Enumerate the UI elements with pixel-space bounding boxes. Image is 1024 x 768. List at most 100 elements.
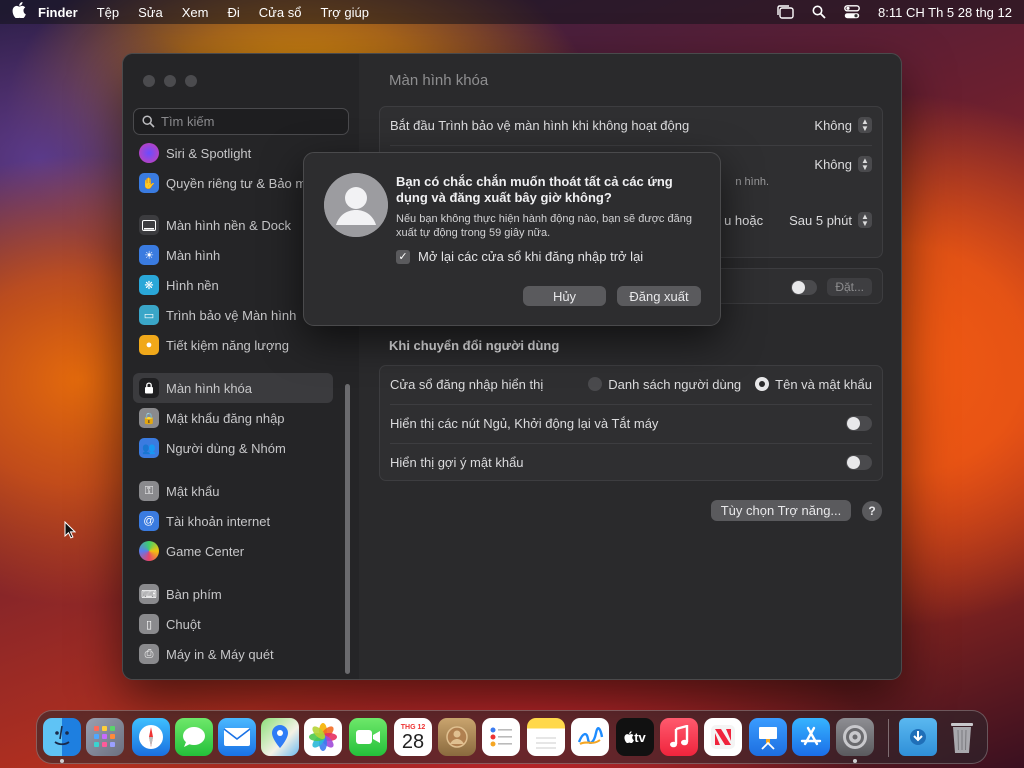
launchpad-icon[interactable] (86, 718, 124, 756)
accessibility-options-button[interactable]: Tùy chọn Trợ năng... (711, 500, 851, 521)
show-password-hint-toggle[interactable] (846, 454, 872, 470)
page-title: Màn hình khóa (389, 72, 489, 89)
close-window-button[interactable] (143, 75, 155, 87)
stage-manager-icon[interactable] (776, 5, 794, 19)
sidebar-item-lock-screen[interactable]: Màn hình khóa (133, 373, 333, 403)
maps-icon[interactable] (261, 718, 299, 756)
switch-user-group: Cửa sổ đăng nhập hiển thị Danh sách ngườ… (379, 365, 883, 481)
logout-dialog: Bạn có chắc chắn muốn thoát tất cả các ứ… (303, 152, 721, 326)
require-password-popup[interactable]: Sau 5 phút ▲ ▼ (789, 212, 872, 228)
system-settings-running-indicator (853, 759, 857, 763)
contacts-icon[interactable] (438, 718, 476, 756)
notes-icon[interactable] (527, 718, 565, 756)
facetime-icon[interactable] (349, 718, 387, 756)
menu-app-name[interactable]: Finder (38, 5, 78, 20)
minimize-window-button[interactable] (164, 75, 176, 87)
hand-icon: ✋ (139, 173, 159, 193)
menubar-clock[interactable]: 8:11 CH Th 5 28 thg 12 (878, 5, 1012, 20)
set-message-button[interactable]: Đặt... (827, 278, 872, 296)
sidebar-item-internet-accounts[interactable]: @ Tài khoản internet (133, 506, 333, 536)
messages-icon[interactable] (175, 718, 213, 756)
menu-edit[interactable]: Sửa (138, 5, 163, 20)
popup-value: Không (814, 156, 852, 172)
user-avatar-icon (324, 173, 388, 237)
keynote-icon[interactable] (749, 718, 787, 756)
sidebar-item-label: Tài khoản internet (166, 513, 271, 529)
cancel-button[interactable]: Hủy (523, 286, 606, 306)
lock-message-toggle[interactable] (791, 279, 818, 295)
freeform-icon[interactable] (571, 718, 609, 756)
photos-icon[interactable] (304, 718, 342, 756)
safari-icon[interactable] (132, 718, 170, 756)
trash-icon[interactable] (943, 718, 981, 756)
logout-button[interactable]: Đăng xuất (617, 286, 701, 306)
switch-user-header: Khi chuyển đổi người dùng (389, 338, 560, 353)
screensaver-start-label: Bắt đầu Trình bảo vệ màn hình khi không … (390, 117, 690, 133)
radio-name-password[interactable]: Tên và mật khẩu (755, 377, 872, 392)
search-icon (142, 115, 155, 128)
system-settings-icon[interactable] (836, 718, 874, 756)
downloads-folder-icon[interactable] (899, 718, 937, 756)
sidebar-item-game-center[interactable]: Game Center (133, 536, 333, 566)
sidebar-item-keyboard[interactable]: ⌨ Bàn phím (133, 579, 333, 609)
menu-view[interactable]: Xem (182, 5, 209, 20)
divider (390, 404, 872, 405)
mail-icon[interactable] (218, 718, 256, 756)
reminders-icon[interactable] (482, 718, 520, 756)
control-center-icon[interactable] (844, 5, 860, 19)
radio-label: Danh sách người dùng (608, 376, 742, 392)
menu-go[interactable]: Đi (227, 5, 239, 20)
display-off-sub-text: n hình. (735, 176, 769, 188)
screensaver-icon: ▭ (139, 305, 159, 325)
mouse-cursor-icon (64, 520, 77, 544)
apple-tv-icon[interactable]: tv (616, 718, 654, 756)
show-power-buttons-label: Hiển thị các nút Ngủ, Khởi động lại và T… (390, 415, 659, 431)
reopen-windows-checkbox[interactable]: ✓ Mở lại các cửa sổ khi đăng nhập trở lạ… (396, 249, 643, 264)
window-controls (143, 75, 206, 87)
sidebar-item-users-groups[interactable]: 👥 Người dùng & Nhóm (133, 433, 333, 463)
sidebar-item-energy-saver[interactable]: ● Tiết kiệm năng lượng (133, 330, 333, 360)
menu-window[interactable]: Cửa sổ (259, 5, 302, 20)
zoom-window-button[interactable] (185, 75, 197, 87)
desktop-dock-icon (139, 215, 159, 235)
music-icon[interactable] (660, 718, 698, 756)
news-icon[interactable] (704, 718, 742, 756)
at-icon: @ (139, 511, 159, 531)
sidebar-item-printers-scanners[interactable]: ⎙ Máy in & Máy quét (133, 639, 333, 669)
radio-label: Tên và mật khẩu (775, 376, 872, 392)
screensaver-start-row: Bắt đầu Trình bảo vệ màn hình khi không … (390, 115, 872, 135)
calendar-icon[interactable]: THG 12 28 (394, 718, 432, 756)
screensaver-start-popup[interactable]: Không ▲ ▼ (814, 117, 872, 133)
apple-menu-icon[interactable] (12, 2, 38, 22)
search-input[interactable]: Tìm kiếm (133, 108, 349, 135)
menu-file[interactable]: Tệp (97, 5, 119, 20)
radio-dot (588, 377, 603, 391)
menu-bar: Finder Tệp Sửa Xem Đi Cửa sổ Trợ giúp 8:… (0, 0, 1024, 24)
menu-help[interactable]: Trợ giúp (320, 5, 369, 20)
sidebar-scrollbar[interactable] (345, 384, 350, 674)
spotlight-search-icon[interactable] (812, 5, 826, 19)
divider (390, 443, 872, 444)
sidebar-item-login-password[interactable]: 🔒 Mật khẩu đăng nhập (133, 403, 333, 433)
dialog-title: Bạn có chắc chắn muốn thoát tất cả các ứ… (396, 174, 673, 205)
show-power-buttons-toggle[interactable] (846, 415, 872, 431)
display-off-popup[interactable]: Không ▲ ▼ (814, 156, 872, 172)
sidebar-item-label: Hình nền (166, 277, 219, 293)
app-store-icon[interactable] (792, 718, 830, 756)
finder-running-indicator (60, 759, 64, 763)
dock: THG 12 28 tv (36, 710, 988, 764)
login-password-icon: 🔒 (139, 408, 159, 428)
checkmark-icon: ✓ (396, 249, 410, 264)
sidebar-item-label: Chuột (166, 616, 201, 632)
sidebar-item-label: Siri & Spotlight (166, 145, 252, 161)
login-window-row: Cửa sổ đăng nhập hiển thị Danh sách ngườ… (390, 373, 872, 395)
help-button[interactable]: ? (862, 501, 882, 521)
display-icon: ☀ (139, 245, 159, 265)
sidebar-item-label: Màn hình khóa (166, 380, 253, 396)
sidebar-item-passwords[interactable]: ⚿ Mật khẩu (133, 476, 333, 506)
sidebar-item-mouse[interactable]: ▯ Chuột (133, 609, 333, 639)
calendar-month: THG 12 (400, 723, 426, 731)
popup-value: Không (814, 117, 852, 133)
radio-user-list[interactable]: Danh sách người dùng (588, 377, 741, 392)
finder-icon[interactable] (43, 718, 81, 756)
